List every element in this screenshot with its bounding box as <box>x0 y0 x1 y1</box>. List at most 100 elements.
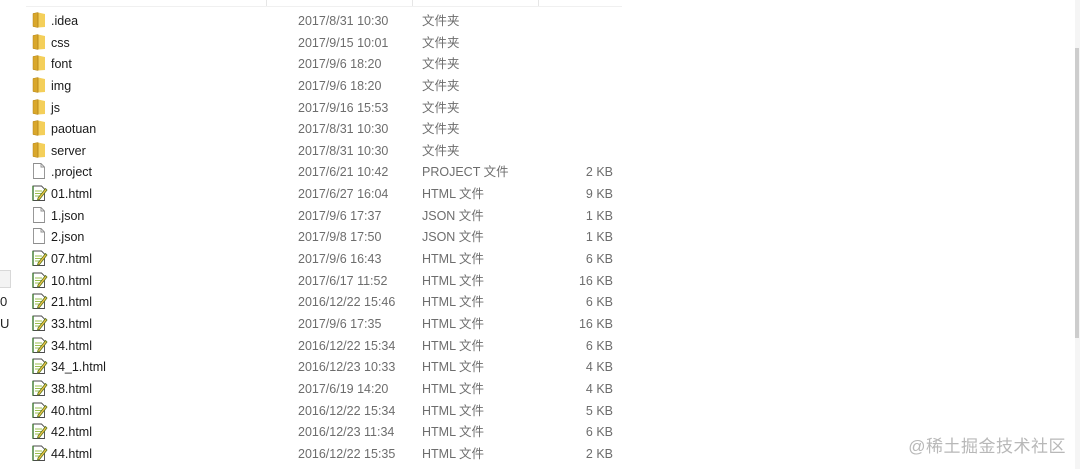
file-name: css <box>51 35 70 50</box>
file-row[interactable]: .project 2017/6/21 10:42 PROJECT 文件 2 KB <box>26 162 626 184</box>
file-name: font <box>51 57 72 72</box>
column-divider[interactable] <box>266 0 267 6</box>
file-modified-date: 2017/9/6 17:37 <box>298 208 382 223</box>
file-row[interactable]: 38.html 2017/6/19 14:20 HTML 文件 4 KB <box>26 379 626 401</box>
file-row[interactable]: .idea 2017/8/31 10:30 文件夹 <box>26 11 626 33</box>
scrollbar-thumb[interactable] <box>1075 48 1079 338</box>
file-modified-date: 2017/9/6 18:20 <box>298 78 382 93</box>
file-list: .idea 2017/8/31 10:30 文件夹 css 2017/9/15 10:0… <box>26 11 626 465</box>
folder-icon <box>30 141 48 159</box>
html-file-icon <box>30 444 48 462</box>
file-name: img <box>51 78 72 93</box>
file-type: HTML 文件 <box>422 425 485 440</box>
file-row[interactable]: 42.html 2016/12/23 11:34 HTML 文件 6 KB <box>26 422 626 444</box>
file-row[interactable]: 2.json 2017/9/8 17:50 JSON 文件 1 KB <box>26 227 626 249</box>
file-row[interactable]: font 2017/9/6 18:20 文件夹 <box>26 54 626 76</box>
file-name: 42.html <box>51 425 92 440</box>
vertical-scrollbar[interactable] <box>1075 0 1080 469</box>
file-modified-date: 2016/12/23 11:34 <box>298 425 395 440</box>
file-name: 21.html <box>51 295 92 310</box>
file-type: 文件夹 <box>422 57 460 72</box>
file-name: 07.html <box>51 252 92 267</box>
file-row[interactable]: 01.html 2017/6/27 16:04 HTML 文件 9 KB <box>26 184 626 206</box>
file-size: 6 KB <box>585 252 613 267</box>
file-size: 16 KB <box>578 273 613 288</box>
file-modified-date: 2017/6/19 14:20 <box>298 381 389 396</box>
file-size: 4 KB <box>585 381 613 396</box>
file-name: 40.html <box>51 403 92 418</box>
file-type: 文件夹 <box>422 100 460 115</box>
file-size: 9 KB <box>585 187 613 202</box>
file-modified-date: 2016/12/22 15:34 <box>298 338 396 353</box>
file-type: HTML 文件 <box>422 252 485 267</box>
folder-icon <box>30 54 48 72</box>
file-type: 文件夹 <box>422 143 460 158</box>
file-size: 1 KB <box>585 230 613 245</box>
file-type: JSON 文件 <box>422 230 484 245</box>
file-modified-date: 2017/9/6 17:35 <box>298 316 382 331</box>
file-row[interactable]: 34.html 2016/12/22 15:34 HTML 文件 6 KB <box>26 336 626 358</box>
html-file-icon <box>30 249 48 267</box>
file-row[interactable]: img 2017/9/6 18:20 文件夹 <box>26 76 626 98</box>
folder-icon <box>30 11 48 29</box>
file-modified-date: 2017/6/17 11:52 <box>298 273 388 288</box>
file-modified-date: 2016/12/22 15:34 <box>298 403 396 418</box>
blank-file-icon <box>30 162 48 180</box>
file-type: HTML 文件 <box>422 316 485 331</box>
html-file-icon <box>30 357 48 375</box>
file-size: 6 KB <box>585 425 613 440</box>
file-row[interactable]: 33.html 2017/9/6 17:35 HTML 文件 16 KB <box>26 314 626 336</box>
file-row[interactable]: js 2017/9/16 15:53 文件夹 <box>26 98 626 120</box>
file-modified-date: 2017/8/31 10:30 <box>298 143 389 158</box>
file-row[interactable]: 34_1.html 2016/12/23 10:33 HTML 文件 4 KB <box>26 357 626 379</box>
file-type: HTML 文件 <box>422 403 485 418</box>
html-file-icon <box>30 379 48 397</box>
file-row[interactable]: 21.html 2016/12/22 15:46 HTML 文件 6 KB <box>26 292 626 314</box>
file-size: 16 KB <box>578 316 613 331</box>
file-type: 文件夹 <box>422 78 460 93</box>
file-name: .project <box>51 165 92 180</box>
file-modified-date: 2017/9/8 17:50 <box>298 230 382 245</box>
html-file-icon <box>30 422 48 440</box>
file-row[interactable]: server 2017/8/31 10:30 文件夹 <box>26 141 626 163</box>
file-type: 文件夹 <box>422 122 460 137</box>
column-divider[interactable] <box>412 0 413 6</box>
file-size: 6 KB <box>585 295 613 310</box>
folder-icon <box>30 98 48 116</box>
column-divider[interactable] <box>538 0 539 6</box>
file-name: 33.html <box>51 316 92 331</box>
file-row[interactable]: 44.html 2016/12/22 15:35 HTML 文件 2 KB <box>26 444 626 466</box>
file-name: 38.html <box>51 381 92 396</box>
nav-pane-item[interactable] <box>0 270 11 288</box>
file-name: 34.html <box>51 338 92 353</box>
column-header-strip <box>26 0 622 7</box>
file-type: PROJECT 文件 <box>422 165 509 180</box>
folder-icon <box>30 76 48 94</box>
file-size: 4 KB <box>585 360 613 375</box>
file-type: HTML 文件 <box>422 360 485 375</box>
file-modified-date: 2017/9/6 16:43 <box>298 252 382 267</box>
file-row[interactable]: 07.html 2017/9/6 16:43 HTML 文件 6 KB <box>26 249 626 271</box>
folder-icon <box>30 33 48 51</box>
file-size: 2 KB <box>585 446 613 461</box>
html-file-icon <box>30 271 48 289</box>
file-type: HTML 文件 <box>422 381 485 396</box>
file-modified-date: 2016/12/22 15:46 <box>298 295 396 310</box>
file-type: HTML 文件 <box>422 338 485 353</box>
file-name: 01.html <box>51 187 92 202</box>
file-name: 34_1.html <box>51 360 106 375</box>
file-row[interactable]: css 2017/9/15 10:01 文件夹 <box>26 33 626 55</box>
file-row[interactable]: 40.html 2016/12/22 15:34 HTML 文件 5 KB <box>26 401 626 423</box>
file-modified-date: 2016/12/22 15:35 <box>298 446 396 461</box>
file-name: 44.html <box>51 446 92 461</box>
file-row[interactable]: 10.html 2017/6/17 11:52 HTML 文件 16 KB <box>26 271 626 293</box>
file-modified-date: 2017/8/31 10:30 <box>298 14 389 28</box>
file-size: 2 KB <box>585 165 613 180</box>
file-row[interactable]: paotuan 2017/8/31 10:30 文件夹 <box>26 119 626 141</box>
file-type: JSON 文件 <box>422 208 484 223</box>
file-modified-date: 2017/9/6 18:20 <box>298 57 382 72</box>
blank-file-icon <box>30 206 48 224</box>
file-row[interactable]: 1.json 2017/9/6 17:37 JSON 文件 1 KB <box>26 206 626 228</box>
file-modified-date: 2017/9/15 10:01 <box>298 35 389 50</box>
html-file-icon <box>30 314 48 332</box>
